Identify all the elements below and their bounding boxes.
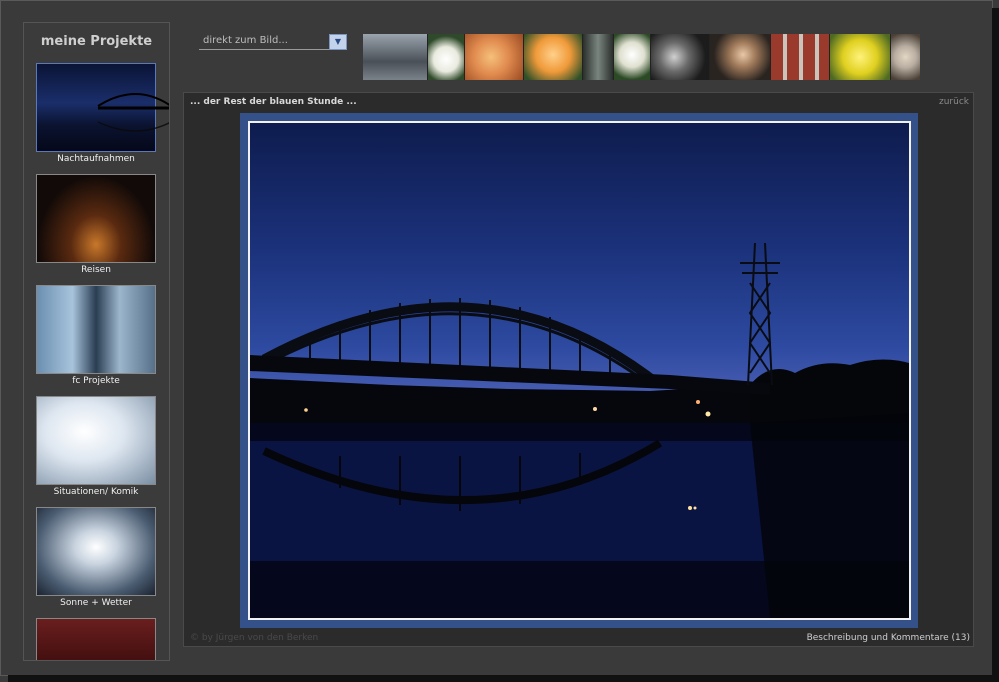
- sidebar-title: meine Projekte: [40, 34, 153, 49]
- strip-thumb-glass[interactable]: [583, 34, 614, 80]
- project-label[interactable]: Reisen: [36, 265, 156, 275]
- strip-thumb-brick-building[interactable]: [771, 34, 830, 80]
- project-item-sonne-wetter[interactable]: Sonne + Wetter: [36, 507, 156, 608]
- project-label[interactable]: fc Projekte: [36, 376, 156, 386]
- strip-thumb-orange-flower[interactable]: [465, 34, 524, 80]
- strip-thumb-portrait[interactable]: [710, 34, 771, 80]
- back-link[interactable]: zurück: [939, 97, 969, 107]
- project-item-reisen[interactable]: Reisen: [36, 174, 156, 275]
- chevron-down-icon: ▼: [334, 37, 342, 46]
- strip-thumb-plates[interactable]: [891, 34, 920, 80]
- strip-thumb-yellow-flower[interactable]: [830, 34, 891, 80]
- photo-title: ... der Rest der blauen Stunde ...: [190, 97, 357, 107]
- description-comments-link[interactable]: Beschreibung und Kommentare (13): [807, 633, 970, 643]
- jump-select-button[interactable]: ▼: [329, 34, 347, 50]
- sky-clouds-thumbnail[interactable]: [36, 507, 156, 596]
- strip-thumb-lamp[interactable]: [651, 34, 710, 80]
- project-item-nachtaufnahmen[interactable]: Nachtaufnahmen: [36, 63, 169, 164]
- vintage-car-thumbnail[interactable]: [36, 618, 156, 660]
- strip-thumb-white-rose[interactable]: [428, 34, 465, 80]
- frame-shadow-right: [992, 8, 999, 682]
- project-item-fc-projekte[interactable]: fc Projekte: [36, 285, 156, 386]
- photo-mat: [240, 113, 918, 628]
- frame-shadow-bottom: [8, 675, 999, 682]
- glass-facade-thumbnail[interactable]: [36, 285, 156, 374]
- photo-panel: ... der Rest der blauen Stunde ... zurüc…: [183, 92, 974, 647]
- night-bridge-photo[interactable]: [248, 121, 911, 620]
- strip-thumb-rose[interactable]: [614, 34, 651, 80]
- strip-thumb-machine[interactable]: [363, 34, 428, 80]
- city-night-thumbnail[interactable]: [36, 174, 156, 263]
- projects-sidebar: meine Projekte Nachtaufnahmen Reisen fc …: [23, 22, 170, 661]
- project-item-situationen[interactable]: Situationen/ Komik: [36, 396, 156, 497]
- project-label[interactable]: Sonne + Wetter: [36, 598, 156, 608]
- jump-select-value: direkt zum Bild...: [203, 35, 288, 46]
- jump-to-image-select[interactable]: direkt zum Bild... ▼: [199, 34, 347, 50]
- spray-thumbnail[interactable]: [36, 396, 156, 485]
- copyright-text: © by Jürgen von den Berken: [190, 633, 319, 643]
- project-label[interactable]: Situationen/ Komik: [36, 487, 156, 497]
- project-label[interactable]: Nachtaufnahmen: [36, 154, 156, 164]
- project-item-partial[interactable]: [36, 618, 156, 660]
- image-thumbnail-strip: [363, 34, 970, 80]
- strip-thumb-hibiscus[interactable]: [524, 34, 583, 80]
- night-bridge-thumbnail[interactable]: [36, 63, 169, 152]
